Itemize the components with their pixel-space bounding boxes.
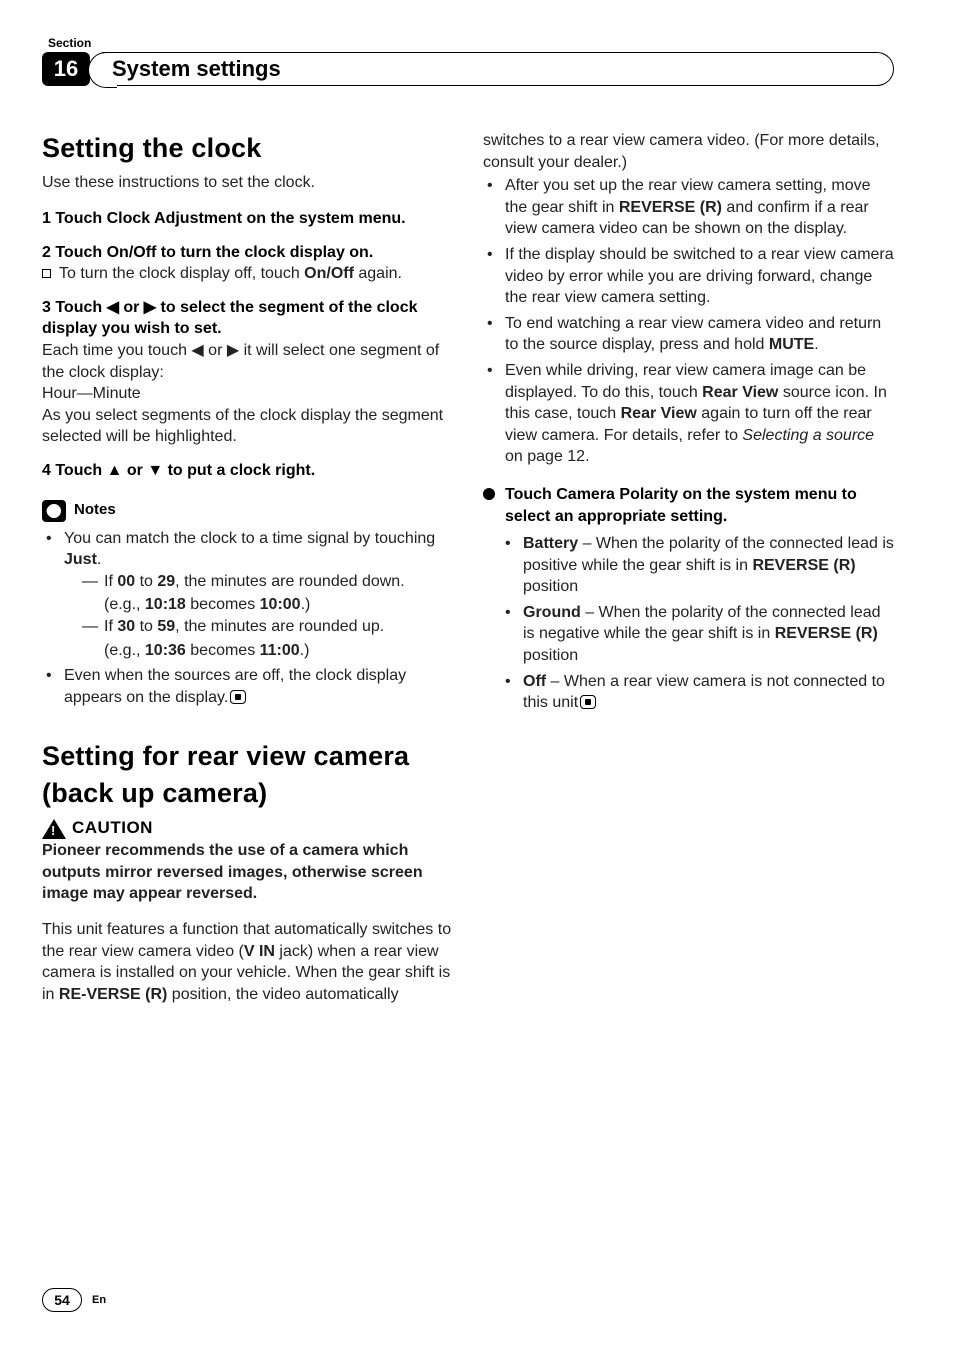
cam-paragraph-1: This unit features a function that autom… <box>42 919 453 1005</box>
cam-continuation: switches to a rear view camera video. (F… <box>483 130 894 173</box>
step-3-body-1: Each time you touch ◀ or ▶ it will selec… <box>42 340 453 383</box>
notes-label: Notes <box>74 500 116 520</box>
polarity-lead: Touch Camera Polarity on the system menu… <box>483 484 894 527</box>
page-footer: 54 En <box>42 1288 106 1312</box>
notes-icon <box>42 500 66 522</box>
cam-bullet-list: After you set up the rear view camera se… <box>483 175 894 468</box>
note-1-sub-1: If 00 to 29, the minutes are rounded dow… <box>64 571 453 593</box>
page-header: Section 16 System settings <box>42 36 894 86</box>
step-1: 1 Touch Clock Adjustment on the system m… <box>42 208 453 230</box>
caution-body: Pioneer recommends the use of a camera w… <box>42 840 453 905</box>
cam-bullet-4: Even while driving, rear view camera ima… <box>483 360 894 468</box>
caution-row: CAUTION <box>42 817 453 840</box>
filled-bullet-icon <box>483 488 495 500</box>
cam-bullet-2: If the display should be switched to a r… <box>483 244 894 309</box>
clock-intro: Use these instructions to set the clock. <box>42 172 453 194</box>
note-1-sub-2: If 30 to 59, the minutes are rounded up. <box>64 616 453 638</box>
cam-bullet-1: After you set up the rear view camera se… <box>483 175 894 240</box>
left-column: Setting the clock Use these instructions… <box>42 130 453 1005</box>
right-column: switches to a rear view camera video. (F… <box>483 130 894 1005</box>
polarity-lead-text: Touch Camera Polarity on the system menu… <box>505 484 894 527</box>
step-2: 2 Touch On/Off to turn the clock display… <box>42 242 453 264</box>
notes-header: Notes <box>42 500 453 522</box>
section-label: Section <box>48 36 894 50</box>
step-3: 3 Touch ◀ or ▶ to select the segment of … <box>42 297 453 340</box>
language-code: En <box>92 1294 106 1306</box>
caution-icon <box>42 819 66 839</box>
heading-setting-clock: Setting the clock <box>42 130 453 166</box>
heading-rear-camera: Setting for rear view camera (back up ca… <box>42 738 453 811</box>
page-number: 54 <box>42 1288 82 1312</box>
caution-label: CAUTION <box>72 817 153 840</box>
note-2: Even when the sources are off, the clock… <box>42 665 453 708</box>
polarity-off: Off – When a rear view camera is not con… <box>501 671 894 714</box>
step-3-body-2: Hour—Minute <box>42 383 453 405</box>
square-bullet-icon <box>42 269 51 278</box>
polarity-ground: Ground – When the polarity of the connec… <box>501 602 894 667</box>
polarity-list: Battery – When the polarity of the conne… <box>483 533 894 714</box>
note-1-sub-2-eg: (e.g., 10:36 becomes 11:00.) <box>64 640 453 662</box>
step-4: 4 Touch ▲ or ▼ to put a clock right. <box>42 460 453 482</box>
chapter-title-frame: System settings <box>102 52 894 86</box>
note-1: You can match the clock to a time signal… <box>42 528 453 662</box>
end-mark-icon <box>230 690 246 704</box>
notes-list: You can match the clock to a time signal… <box>42 528 453 709</box>
chapter-title: System settings <box>112 56 281 82</box>
polarity-battery: Battery – When the polarity of the conne… <box>501 533 894 598</box>
step-3-body-3: As you select segments of the clock disp… <box>42 405 453 448</box>
cam-bullet-3: To end watching a rear view camera video… <box>483 313 894 356</box>
note-1-sub-1-eg: (e.g., 10:18 becomes 10:00.) <box>64 594 453 616</box>
step-2-body: To turn the clock display off, touch On/… <box>42 263 453 285</box>
end-mark-icon <box>580 695 596 709</box>
section-number-badge: 16 <box>42 52 90 86</box>
